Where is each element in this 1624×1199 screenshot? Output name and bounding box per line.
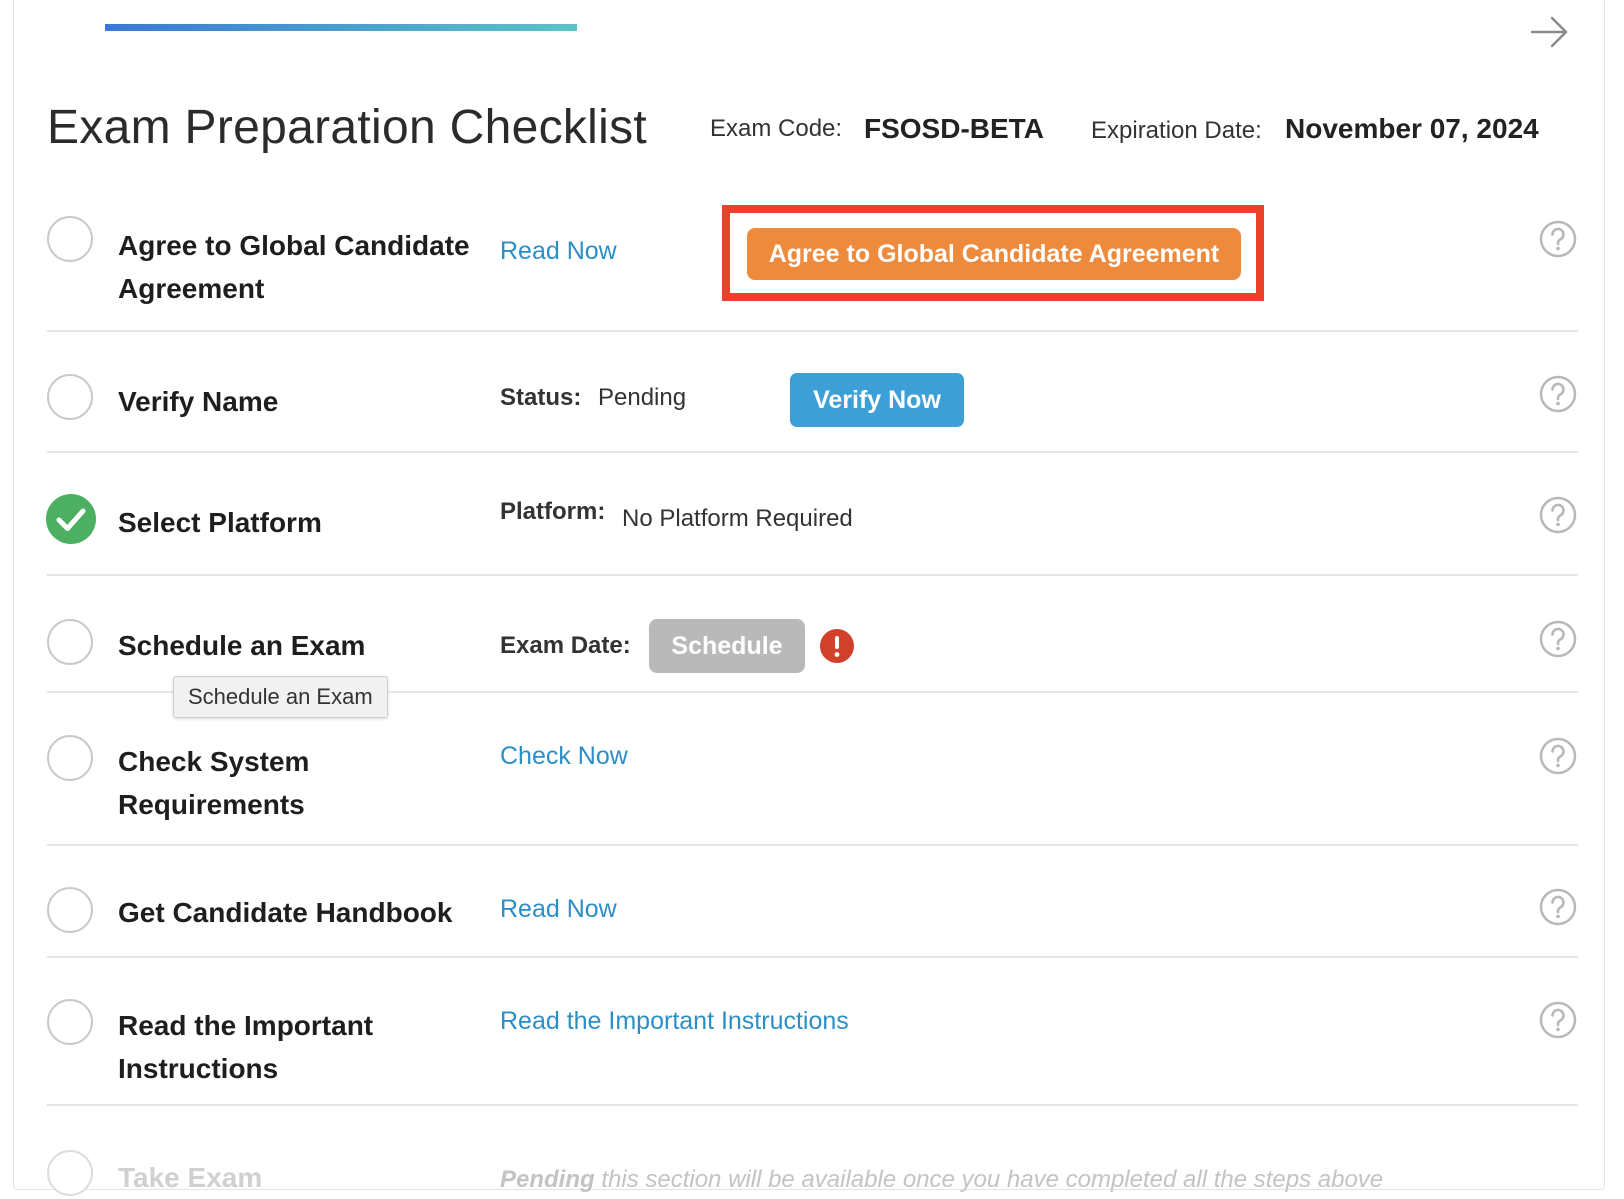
step-agree-checkbox-icon[interactable] <box>47 216 93 262</box>
verify-status-label: Status: <box>500 384 582 411</box>
step-take-checkbox-icon <box>47 1150 93 1196</box>
row-divider <box>47 956 1578 958</box>
help-icon[interactable] <box>1538 495 1578 535</box>
step-platform-title: Select Platform <box>118 507 322 538</box>
help-icon[interactable] <box>1538 374 1578 414</box>
handbook-read-now-link[interactable]: Read Now <box>500 895 617 924</box>
verify-now-button[interactable]: Verify Now <box>790 373 964 427</box>
tooltip: Schedule an Exam <box>173 676 388 718</box>
row-divider <box>47 844 1578 846</box>
row-divider <box>47 451 1578 453</box>
arrow-right-icon[interactable] <box>1528 10 1572 54</box>
page-title: Exam Preparation Checklist <box>47 101 648 154</box>
step-verify-title: Verify Name <box>118 386 279 417</box>
step-system-title-line1: Check System <box>118 746 310 777</box>
pending-note-status: Pending <box>500 1166 595 1193</box>
pending-note: Pending this section will be available o… <box>500 1166 1383 1194</box>
help-icon[interactable] <box>1538 1000 1578 1040</box>
agree-button[interactable]: Agree to Global Candidate Agreement <box>747 228 1241 280</box>
step-instructions-title: Read the Important Instructions <box>118 1004 373 1090</box>
help-icon[interactable] <box>1538 736 1578 776</box>
step-schedule-checkbox-icon[interactable] <box>47 619 93 665</box>
step-handbook-checkbox-icon[interactable] <box>47 887 93 933</box>
step-system-title: Check System Requirements <box>118 740 309 826</box>
expiration-label: Expiration Date: <box>1091 117 1262 144</box>
step-system-checkbox-icon[interactable] <box>47 735 93 781</box>
step-agree-title: Agree to Global Candidate Agreement <box>118 224 470 310</box>
schedule-button[interactable]: Schedule <box>649 619 805 673</box>
step-handbook-title: Get Candidate Handbook <box>118 897 453 928</box>
platform-value: No Platform Required <box>622 505 853 532</box>
exam-code-value: FSOSD-BETA <box>864 113 1044 144</box>
warning-icon <box>820 629 854 663</box>
progress-bar <box>105 24 577 31</box>
help-icon[interactable] <box>1538 887 1578 927</box>
help-icon[interactable] <box>1538 619 1578 659</box>
step-instructions-checkbox-icon[interactable] <box>47 999 93 1045</box>
pending-note-text: this section will be available once you … <box>594 1166 1384 1193</box>
step-agree-title-line2: Agreement <box>118 273 265 304</box>
step-schedule-title: Schedule an Exam <box>118 630 366 661</box>
step-instructions-title-line1: Read the Important <box>118 1010 374 1041</box>
exam-date-label: Exam Date: <box>500 632 631 659</box>
instructions-link[interactable]: Read the Important Instructions <box>500 1007 849 1036</box>
step-instructions-title-line2: Instructions <box>118 1053 279 1084</box>
checkmark-complete-icon <box>46 494 96 544</box>
row-divider <box>47 1104 1578 1106</box>
step-take-title: Take Exam <box>118 1162 263 1193</box>
step-system-title-line2: Requirements <box>118 789 305 820</box>
help-icon[interactable] <box>1538 219 1578 259</box>
expiration-value: November 07, 2024 <box>1285 113 1539 144</box>
exam-code-label: Exam Code: <box>710 115 843 142</box>
row-divider <box>47 574 1578 576</box>
check-now-link[interactable]: Check Now <box>500 742 628 771</box>
verify-status-value: Pending <box>598 384 687 411</box>
step-verify-checkbox-icon[interactable] <box>47 374 93 420</box>
step-agree-title-line1: Agree to Global Candidate <box>118 230 470 261</box>
row-divider <box>47 330 1578 332</box>
agree-read-now-link[interactable]: Read Now <box>500 237 617 266</box>
platform-label: Platform: <box>500 498 606 525</box>
